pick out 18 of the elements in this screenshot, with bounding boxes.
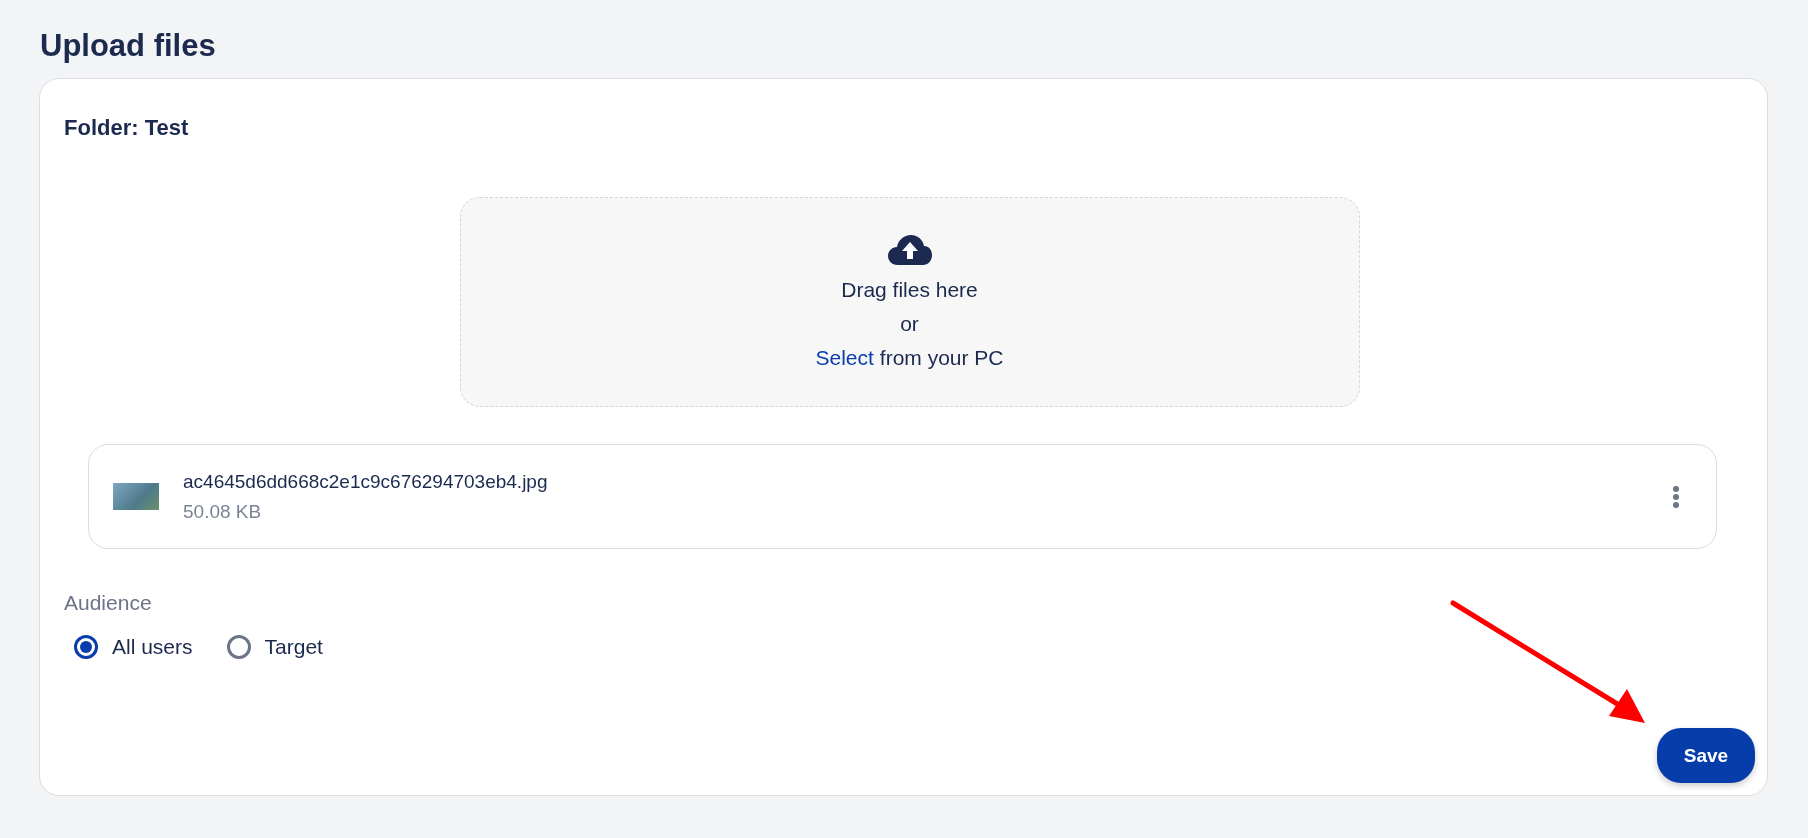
radio-label: Target: [264, 635, 323, 659]
file-name: ac4645d6dd668c2e1c9c676294703eb4.jpg: [183, 470, 549, 493]
radio-button[interactable]: [74, 635, 98, 659]
file-size: 50.08 KB: [183, 500, 263, 523]
select-link[interactable]: Select: [815, 346, 874, 370]
drop-zone[interactable]: Drag files here or Select from your PC: [459, 197, 1360, 407]
folder-label: Folder: Test: [64, 115, 190, 141]
radio-label: All users: [112, 635, 193, 659]
radio-button[interactable]: [226, 635, 251, 659]
or-text: or: [900, 312, 919, 336]
more-options-icon[interactable]: [1672, 484, 1680, 509]
audience-label: Audience: [64, 591, 153, 615]
drag-hint: Drag files here: [841, 278, 978, 302]
cloud-upload-icon: [886, 234, 933, 266]
save-button[interactable]: Save: [1657, 728, 1755, 783]
photo-placeholder: [113, 483, 159, 510]
page-title: Upload files: [40, 27, 217, 65]
from-pc-text: from your PC: [879, 346, 1004, 370]
